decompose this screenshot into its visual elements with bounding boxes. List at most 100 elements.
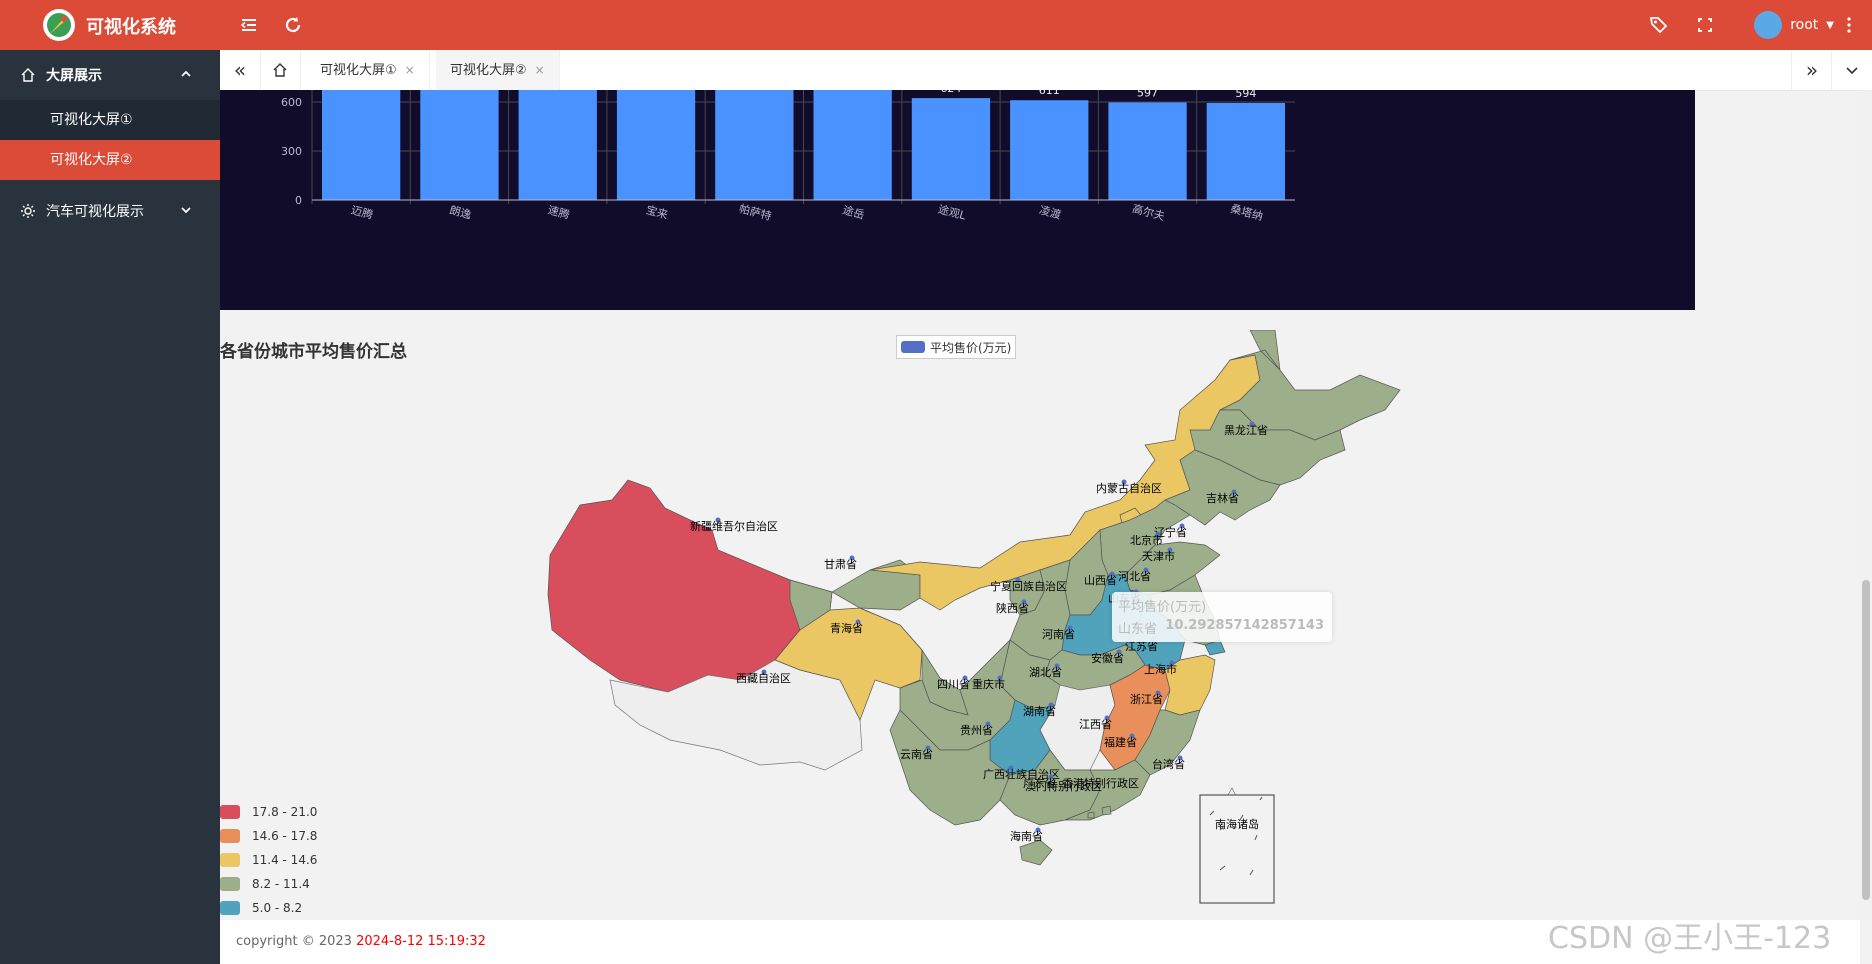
- footer-datetime: 2024-8-12 15:19:32: [356, 934, 486, 949]
- region-label: 湖北省: [1029, 666, 1062, 679]
- chevron-down-icon: [181, 207, 191, 214]
- caret-down-icon: ▼: [1826, 19, 1834, 31]
- region-label: 澳门特别行政区: [1025, 779, 1102, 793]
- x-tick-label: 帕萨特: [738, 201, 773, 223]
- range-label: 5.0 - 8.2: [252, 901, 303, 915]
- bar: [322, 85, 401, 200]
- menu-fold-icon[interactable]: [236, 12, 262, 38]
- visual-map-legend[interactable]: 17.8 - 21.0 14.6 - 17.8 11.4 - 14.6 8.2 …: [220, 800, 317, 920]
- range-swatch: [220, 877, 240, 891]
- tab-dashboard-1[interactable]: 可视化大屏① ×: [306, 50, 430, 90]
- region-label: 吉林省: [1206, 491, 1239, 505]
- region-label: 云南省: [900, 748, 933, 761]
- region-label: 浙江省: [1130, 693, 1163, 706]
- home-icon: [21, 68, 35, 82]
- visual-map-range[interactable]: 11.4 - 14.6: [220, 848, 317, 872]
- bar: [420, 85, 499, 200]
- south-china-sea-inset: [1199, 794, 1275, 904]
- home-tab-button[interactable]: [260, 50, 301, 90]
- x-tick-label: 桑塔纳: [1229, 202, 1264, 223]
- x-tick-label: 凌渡: [1038, 203, 1063, 222]
- bar: [616, 85, 696, 200]
- username: root: [1790, 17, 1819, 33]
- page-scrollbar[interactable]: [1860, 90, 1872, 920]
- region-label: 青海省: [830, 621, 863, 635]
- more-vertical-icon[interactable]: [1836, 12, 1862, 38]
- copyright: copyright © 2023: [236, 934, 352, 949]
- bar: [911, 98, 991, 200]
- region-label: 重庆市: [972, 677, 1005, 691]
- double-chevron-right-icon: »: [1805, 58, 1819, 82]
- tab-dashboard-2[interactable]: 可视化大屏② ×: [436, 50, 560, 92]
- region-hongkong[interactable]: [1101, 805, 1112, 816]
- watermark: CSDN @王小王-123: [1548, 921, 1832, 956]
- visual-map-range[interactable]: 5.0 - 8.2: [220, 896, 317, 920]
- range-label: 17.8 - 21.0: [252, 805, 318, 819]
- region-label: 江西省: [1079, 718, 1112, 731]
- range-swatch: [220, 853, 240, 867]
- bar: [1206, 102, 1285, 200]
- sidebar-group-car-visualization[interactable]: 汽车可视化展示: [0, 186, 220, 236]
- range-label: 14.6 - 17.8: [252, 829, 318, 843]
- region-label: 河南省: [1042, 628, 1075, 641]
- region-label: 内蒙古自治区: [1096, 481, 1162, 495]
- region-label: 贵州省: [960, 724, 993, 737]
- region-label: 上海市: [1144, 662, 1177, 676]
- bar-data-label: 594: [1235, 90, 1256, 100]
- app-logo-icon: [43, 9, 75, 41]
- region-label: 台湾省: [1152, 757, 1185, 771]
- bar-data-label: 611: [1039, 90, 1060, 97]
- visual-map-range[interactable]: 17.8 - 21.0: [220, 800, 317, 824]
- region-label: 福建省: [1104, 735, 1137, 749]
- y-tick-label: 300: [281, 145, 302, 158]
- map-tooltip: 平均售价(万元) 山东省 10.292857142857143: [1112, 592, 1332, 642]
- x-tick-label: 迈腾: [350, 203, 375, 222]
- region-label: 甘肃省: [824, 558, 857, 571]
- app-title: 可视化系统: [86, 17, 176, 38]
- region-label: 天津市: [1142, 549, 1175, 563]
- close-icon[interactable]: ×: [405, 63, 415, 77]
- sidebar: 大屏展示 可视化大屏① 可视化大屏② 汽车可视化展示: [0, 50, 220, 964]
- sidebar-item-dashboard-1[interactable]: 可视化大屏①: [0, 100, 220, 140]
- visual-map-range[interactable]: 8.2 - 11.4: [220, 872, 317, 896]
- x-tick-label: 朗逸: [448, 203, 473, 221]
- scrollbar-thumb[interactable]: [1862, 580, 1870, 900]
- region-label: 陕西省: [996, 601, 1029, 615]
- y-tick-label: 600: [281, 96, 302, 109]
- refresh-icon[interactable]: [280, 12, 306, 38]
- range-swatch: [220, 829, 240, 843]
- region-label: 海南省: [1010, 829, 1043, 843]
- x-tick-label: 速腾: [546, 203, 571, 222]
- bar-data-label: 597: [1137, 90, 1158, 100]
- tooltip-region: 山东省: [1118, 622, 1158, 637]
- tabs-scroll-left-button[interactable]: «: [220, 50, 261, 90]
- fullscreen-icon[interactable]: [1692, 12, 1718, 38]
- user-avatar-icon: [1754, 11, 1783, 39]
- bar-data-label: 624: [940, 90, 961, 95]
- bar: [518, 85, 597, 200]
- region-hainan[interactable]: [1019, 839, 1053, 866]
- tabs-scroll-right-button[interactable]: »: [1791, 50, 1832, 90]
- tab-label: 可视化大屏①: [320, 63, 397, 78]
- tabs-dropdown-button[interactable]: [1831, 50, 1872, 90]
- region-label: 北京市: [1130, 533, 1163, 547]
- bar: [1108, 102, 1187, 200]
- tab-bar: « 可视化大屏① × 可视化大屏② × »: [220, 50, 1872, 92]
- close-icon[interactable]: ×: [535, 63, 545, 77]
- sidebar-item-dashboard-2[interactable]: 可视化大屏②: [0, 140, 220, 180]
- home-icon: [273, 63, 287, 77]
- sidebar-group-label: 大屏展示: [46, 68, 102, 84]
- tooltip-value: 10.292857142857143: [1165, 618, 1324, 633]
- user-menu[interactable]: root ▼: [1754, 11, 1834, 39]
- china-map[interactable]: 新疆维吾尔自治区西藏自治区青海省甘肃省内蒙古自治区黑龙江省吉林省辽宁省北京市天津…: [220, 330, 1640, 920]
- region-label: 黑龙江省: [1224, 424, 1268, 437]
- sidebar-group-dashboard[interactable]: 大屏展示: [0, 50, 220, 100]
- visual-map-range[interactable]: 14.6 - 17.8: [220, 824, 317, 848]
- tag-icon[interactable]: [1646, 12, 1672, 38]
- bar-chart-panel: 0 300 600 迈腾 朗逸 速腾 宝来 帕萨特 途岳 624 途观L 611 凌渡 597 高尔夫 594…: [220, 82, 1695, 310]
- range-label: 8.2 - 11.4: [252, 877, 310, 891]
- region-label: 安徽省: [1091, 651, 1124, 665]
- region-label: 新疆维吾尔自治区: [690, 519, 778, 533]
- gear-icon: [21, 204, 35, 218]
- region-macau[interactable]: [1087, 811, 1095, 819]
